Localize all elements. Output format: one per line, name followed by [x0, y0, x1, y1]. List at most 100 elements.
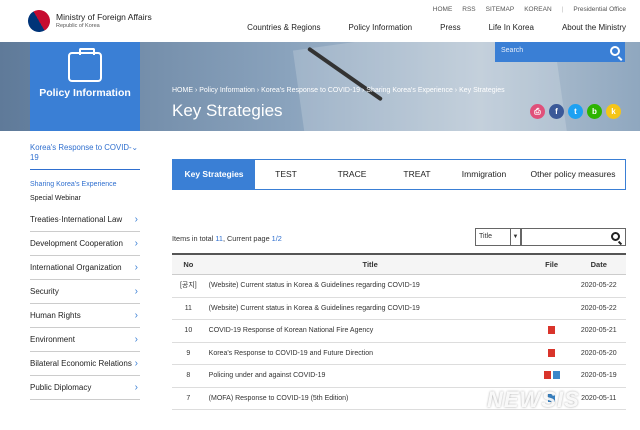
- tab-other-policy[interactable]: Other policy measures: [521, 160, 625, 189]
- sidebar-item-environment[interactable]: Environment ›: [30, 328, 140, 353]
- sidebar-item-human-rights[interactable]: Human Rights ›: [30, 304, 140, 329]
- table-row[interactable]: 11 (Website) Current status in Korea & G…: [172, 298, 626, 320]
- left-sidebar: Korea's Response to COVID-19 ⌄ Sharing K…: [30, 143, 140, 401]
- nav-press[interactable]: Press: [440, 23, 460, 32]
- sidebar-sub-webinar[interactable]: Special Webinar: [30, 195, 140, 202]
- row-no: 8: [186, 372, 191, 379]
- col-file: File: [545, 260, 559, 269]
- util-home-link[interactable]: HOME: [433, 6, 453, 13]
- ministry-logo[interactable]: Ministry of Foreign Affairs Republic of …: [23, 5, 152, 37]
- sidebar-item-label: Security: [30, 287, 59, 297]
- tab-immigration[interactable]: Immigration: [447, 160, 521, 189]
- nav-about-ministry[interactable]: About the Ministry: [562, 23, 626, 32]
- page-prefix: , Current page: [222, 234, 272, 243]
- row-date: 2020-05-19: [580, 372, 617, 379]
- facebook-icon[interactable]: f: [549, 104, 564, 119]
- search-icon[interactable]: [611, 232, 620, 241]
- newsis-watermark: NEWSIS: [487, 387, 580, 412]
- breadcrumb: HOME › Policy Information › Korea's Resp…: [172, 87, 505, 94]
- current-page: 1/2: [271, 234, 282, 243]
- logo-subtitle: Republic of Korea: [56, 22, 100, 29]
- chevron-down-icon: ⌄: [131, 143, 138, 152]
- row-date: 2020-05-21: [580, 327, 617, 334]
- sidebar-current-label: Korea's Response to COVID-19: [30, 143, 132, 163]
- row-file: [532, 320, 572, 342]
- sidebar-item-public-diplomacy[interactable]: Public Diplomacy ›: [30, 376, 140, 401]
- nav-life-in-korea[interactable]: Life In Korea: [489, 23, 534, 32]
- total-prefix: Items in total: [172, 234, 216, 243]
- search-icon[interactable]: [610, 46, 620, 56]
- col-title: Title: [362, 260, 378, 269]
- table-row[interactable]: 9 Korea's Response to COVID-19 and Futur…: [172, 343, 626, 365]
- row-title-link[interactable]: (MOFA) Response to COVID-19 (5th Edition…: [205, 388, 532, 410]
- row-title-link[interactable]: Korea's Response to COVID-19 and Future …: [205, 343, 532, 365]
- tab-key-strategies[interactable]: Key Strategies: [173, 160, 255, 189]
- print-icon[interactable]: ⎙: [530, 104, 545, 119]
- row-no: 10: [184, 327, 193, 334]
- sidebar-item-intl-org[interactable]: International Organization ›: [30, 256, 140, 281]
- sidebar-item-label: Environment: [30, 335, 75, 345]
- kakao-icon[interactable]: k: [606, 104, 621, 119]
- util-divider: |: [561, 6, 564, 13]
- sidebar-item-development[interactable]: Development Cooperation ›: [30, 232, 140, 257]
- utility-nav: HOME RSS SITEMAP KOREAN | Presidential O…: [433, 6, 626, 13]
- sidebar-item-label: Development Cooperation: [30, 239, 123, 249]
- table-header: No Title File Date: [172, 253, 626, 275]
- tab-trace[interactable]: TRACE: [317, 160, 387, 189]
- table-row[interactable]: 8 Policing under and against COVID-19 20…: [172, 365, 626, 388]
- row-title-link[interactable]: Policing under and against COVID-19: [205, 365, 532, 387]
- sidebar-sub-sharing[interactable]: Sharing Korea's Experience: [30, 181, 140, 188]
- row-title-link[interactable]: (Website) Current status in Korea & Guid…: [205, 275, 532, 297]
- table-row[interactable]: 10 COVID-19 Response of Korean National …: [172, 320, 626, 343]
- chevron-down-icon: ▼: [510, 229, 520, 245]
- pdf-file-icon[interactable]: [548, 348, 556, 357]
- twitter-icon[interactable]: t: [568, 104, 583, 119]
- row-date: 2020-05-22: [580, 304, 617, 312]
- site-header: Ministry of Foreign Affairs Republic of …: [0, 0, 640, 42]
- sidebar-item-treaties[interactable]: Treaties·International Law ›: [30, 208, 140, 233]
- util-presidential-link[interactable]: Presidential Office: [573, 6, 626, 13]
- sidebar-item-label: Treaties·International Law: [30, 215, 123, 225]
- search-field-select[interactable]: Title ▼: [475, 228, 521, 246]
- nav-countries-regions[interactable]: Countries & Regions: [247, 23, 320, 32]
- section-title-box: Policy Information: [30, 42, 140, 131]
- sidebar-item-security[interactable]: Security ›: [30, 280, 140, 305]
- sidebar-current-menu[interactable]: Korea's Response to COVID-19 ⌄: [30, 143, 140, 171]
- list-total-text: Items in total 11, Current page 1/2: [172, 234, 282, 243]
- util-sitemap-link[interactable]: SITEMAP: [486, 6, 515, 13]
- pdf-file-icon[interactable]: [548, 326, 556, 335]
- tab-test[interactable]: TEST: [255, 160, 317, 189]
- chevron-right-icon: ›: [134, 382, 138, 394]
- chevron-right-icon: ›: [134, 310, 138, 322]
- tab-treat[interactable]: TREAT: [387, 160, 447, 189]
- chevron-right-icon: ›: [134, 358, 138, 370]
- logo-title: Ministry of Foreign Affairs: [56, 12, 152, 23]
- util-korean-link[interactable]: KOREAN: [524, 6, 551, 13]
- row-title-link[interactable]: (Website) Current status in Korea & Guid…: [205, 298, 532, 320]
- total-count: 11: [215, 234, 223, 243]
- search-placeholder: Search: [501, 47, 524, 54]
- nav-policy-information[interactable]: Policy Information: [349, 23, 413, 32]
- col-date: Date: [590, 260, 607, 269]
- search-box[interactable]: Search: [495, 42, 625, 62]
- pdf-file-icon[interactable]: [543, 371, 551, 380]
- col-no: No: [183, 260, 194, 269]
- util-rss-link[interactable]: RSS: [462, 6, 475, 13]
- blog-icon[interactable]: b: [587, 104, 602, 119]
- share-icons: ⎙ f t b k: [530, 104, 621, 119]
- content-tabs: Key Strategies TEST TRACE TREAT Immigrat…: [172, 159, 626, 190]
- list-search-input[interactable]: [521, 228, 626, 246]
- briefcase-icon: [68, 48, 102, 82]
- page-title: Key Strategies: [172, 101, 283, 120]
- image-file-icon[interactable]: [552, 371, 560, 380]
- row-title-link[interactable]: COVID-19 Response of Korean National Fir…: [205, 320, 532, 342]
- table-row[interactable]: [공지] (Website) Current status in Korea &…: [172, 275, 626, 298]
- row-file: [532, 298, 572, 320]
- row-date: 2020-05-20: [580, 349, 617, 357]
- row-file: [532, 365, 572, 387]
- taegeuk-emblem-icon: [23, 5, 55, 37]
- sidebar-item-bilateral-econ[interactable]: Bilateral Economic Relations ›: [30, 352, 140, 377]
- sidebar-item-label: Human Rights: [30, 311, 81, 321]
- chevron-right-icon: ›: [134, 286, 138, 298]
- chevron-right-icon: ›: [134, 214, 138, 226]
